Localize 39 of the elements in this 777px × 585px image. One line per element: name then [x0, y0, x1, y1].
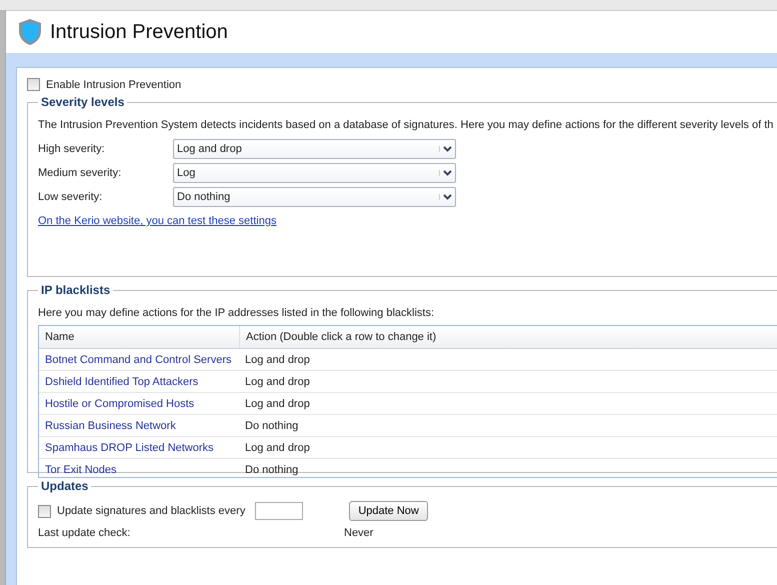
update-checkbox[interactable] — [38, 504, 51, 518]
caret-icon — [439, 170, 452, 176]
table-cell[interactable]: Dshield Identified Top Attackers — [39, 371, 239, 392]
section-legend: IP blacklists — [38, 283, 114, 297]
column-header[interactable]: Action (Double click a row to change it) — [240, 326, 777, 348]
caret-icon — [439, 194, 452, 200]
update-now-button[interactable]: Update Now — [349, 501, 428, 521]
table-cell[interactable]: Tor Exit Nodes — [39, 459, 239, 477]
section-legend: Severity levels — [38, 95, 128, 109]
table-cell[interactable]: Log and drop — [239, 349, 777, 370]
test-settings-link[interactable]: On the Kerio website, you can test these settings — [38, 215, 276, 227]
enable-checkbox[interactable] — [27, 78, 40, 91]
interval-field[interactable] — [255, 502, 304, 520]
action-dropdown[interactable]: Do nothing — [173, 187, 456, 207]
table-cell[interactable]: Russian Business Network — [39, 415, 239, 436]
field-label: High severity: — [38, 143, 106, 155]
checkbox-label: Update signatures and blacklists every — [57, 505, 246, 517]
field-label: Medium severity: — [38, 167, 122, 179]
description-text: The Intrusion Prevention System detects incidents based on a database of signatures. Here you may define actions for the different severity levels of th — [38, 119, 774, 131]
table-cell[interactable]: Spamhaus DROP Listed Networks — [39, 437, 239, 458]
action-dropdown[interactable]: Log and drop — [173, 139, 456, 159]
table-cell[interactable]: Botnet Command and Control Servers — [39, 349, 239, 370]
section-legend: Updates — [38, 479, 92, 493]
table-cell[interactable]: Log and drop — [239, 437, 777, 458]
page-title: Intrusion Prevention — [50, 20, 228, 44]
field-label: Last update check: — [38, 527, 132, 539]
table-cell[interactable]: Do nothing — [239, 415, 777, 436]
table-cell[interactable]: Log and drop — [239, 371, 777, 392]
caret-icon — [439, 146, 452, 152]
shield-icon — [18, 18, 42, 46]
description-text: Here you may define actions for the IP addresses listed in the following blacklists: — [38, 307, 435, 319]
last-check-value: Never — [344, 527, 374, 539]
action-dropdown[interactable]: Log — [173, 163, 456, 183]
field-label: Low severity: — [38, 191, 104, 203]
table-cell[interactable]: Log and drop — [239, 393, 777, 414]
column-header[interactable]: Name — [39, 326, 240, 348]
checkbox-label: Enable Intrusion Prevention — [46, 78, 182, 90]
table-cell[interactable]: Do nothing — [239, 459, 777, 477]
table-cell[interactable]: Hostile or Compromised Hosts — [39, 393, 239, 414]
